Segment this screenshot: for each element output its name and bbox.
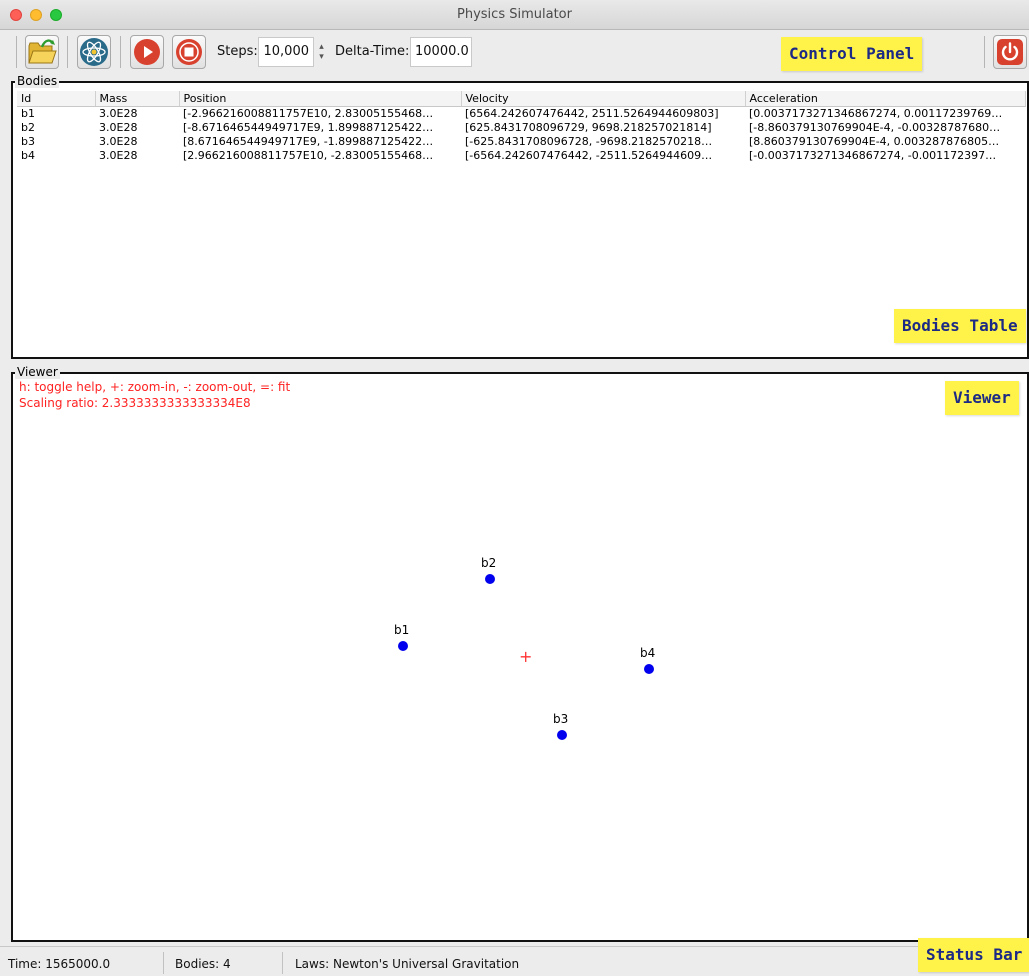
body-dot-b4 [644, 664, 654, 674]
table-row[interactable]: b4 3.0E28 [2.966216008811757E10, -2.8300… [17, 149, 1025, 163]
cell-id: b4 [21, 149, 35, 162]
cell-acceleration: [0.0037173271346867274, 0.00117239769… [749, 107, 1003, 120]
status-laws: Laws: Newton's Universal Gravitation [295, 957, 520, 971]
cell-acceleration: [-8.860379130769904E-4, -0.00328787680… [749, 121, 1001, 134]
viewer-scaling-text: Scaling ratio: 2.3333333333333334E8 [19, 396, 251, 410]
status-separator [282, 952, 283, 974]
toolbar-separator [16, 36, 17, 68]
spinner-arrows-icon[interactable]: ▴ ▾ [316, 42, 327, 62]
cell-id: b1 [21, 107, 35, 120]
viewer-panel-legend: Viewer [15, 365, 60, 379]
atom-icon [80, 38, 108, 66]
toolbar-separator [67, 36, 68, 68]
cell-velocity: [-625.8431708096728, -9698.2182570218… [465, 135, 713, 148]
stop-icon [176, 39, 202, 65]
cell-acceleration: [-0.0037173271346867274, -0.001172397… [749, 149, 997, 162]
stop-button[interactable] [172, 35, 206, 69]
bodies-table: Id Mass Position Velocity Acceleration b… [17, 91, 1026, 163]
play-icon [134, 39, 160, 65]
cell-position: [8.671646544949717E9, -1.899887125422… [183, 135, 434, 148]
folder-open-icon [28, 39, 57, 64]
body-label-b1: b1 [394, 623, 410, 637]
delta-time-input[interactable]: 10000.0 [410, 37, 472, 67]
status-time: Time: 1565000.0 [8, 957, 111, 971]
cell-velocity: [6564.242607476442, 2511.5264944609803] [465, 107, 719, 120]
exit-button[interactable] [993, 35, 1027, 69]
cell-mass: 3.0E28 [99, 135, 138, 148]
cell-mass: 3.0E28 [99, 149, 138, 162]
title-bar: Physics Simulator [0, 0, 1029, 30]
cell-mass: 3.0E28 [99, 107, 138, 120]
bodies-panel-legend: Bodies [15, 74, 60, 88]
body-label-b2: b2 [481, 556, 497, 570]
center-cross-icon: + [519, 647, 533, 666]
annotation-bodies-table: Bodies Table [894, 309, 1026, 343]
cell-velocity: [-6564.242607476442, -2511.5264944609… [465, 149, 713, 162]
load-file-button[interactable] [25, 35, 59, 69]
window-title: Physics Simulator [457, 7, 572, 22]
column-header-velocity[interactable]: Velocity [461, 91, 746, 107]
table-row[interactable]: b3 3.0E28 [8.671646544949717E9, -1.89988… [17, 135, 1025, 149]
cell-acceleration: [8.860379130769904E-4, 0.003287876805… [749, 135, 1000, 148]
cell-velocity: [625.8431708096729, 9698.218257021814] [465, 121, 712, 134]
cell-id: b2 [21, 121, 35, 134]
table-row[interactable]: b1 3.0E28 [-2.966216008811757E10, 2.8300… [17, 107, 1025, 122]
power-icon [997, 39, 1023, 65]
body-dot-b2 [485, 574, 495, 584]
cell-mass: 3.0E28 [99, 121, 138, 134]
cell-id: b3 [21, 135, 35, 148]
annotation-status-bar: Status Bar [918, 938, 1029, 972]
viewer-help-text: h: toggle help, +: zoom-in, -: zoom-out,… [19, 380, 291, 394]
cell-position: [-8.671646544949717E9, 1.899887125422… [183, 121, 434, 134]
bodies-panel: Id Mass Position Velocity Acceleration b… [11, 81, 1029, 359]
annotation-viewer: Viewer [945, 381, 1019, 415]
viewer-panel[interactable]: h: toggle help, +: zoom-in, -: zoom-out,… [11, 372, 1029, 942]
body-label-b4: b4 [640, 646, 656, 660]
column-header-mass[interactable]: Mass [95, 91, 180, 107]
cell-position: [2.966216008811757E10, -2.83005155468… [183, 149, 434, 162]
run-button[interactable] [130, 35, 164, 69]
column-header-id[interactable]: Id [17, 91, 96, 107]
table-header-row: Id Mass Position Velocity Acceleration [17, 91, 1026, 107]
annotation-control-panel: Control Panel [781, 37, 923, 71]
column-header-acceleration[interactable]: Acceleration [745, 91, 1026, 107]
body-dot-b1 [398, 641, 408, 651]
status-bodies: Bodies: 4 [175, 957, 231, 971]
status-bar: Time: 1565000.0 Bodies: 4 Laws: Newton's… [0, 946, 1029, 976]
status-separator [163, 952, 164, 974]
table-row[interactable]: b2 3.0E28 [-8.671646544949717E9, 1.89988… [17, 121, 1025, 135]
steps-spinner-input[interactable]: 10,000 [258, 37, 314, 67]
toolbar-separator [984, 36, 985, 68]
cell-position: [-2.966216008811757E10, 2.83005155468… [183, 107, 434, 120]
toolbar-separator [120, 36, 121, 68]
steps-label: Steps: [217, 44, 258, 59]
column-header-position[interactable]: Position [179, 91, 462, 107]
body-dot-b3 [557, 730, 567, 740]
delta-time-label: Delta-Time: [335, 44, 410, 59]
physics-laws-button[interactable] [77, 35, 111, 69]
body-label-b3: b3 [553, 712, 569, 726]
